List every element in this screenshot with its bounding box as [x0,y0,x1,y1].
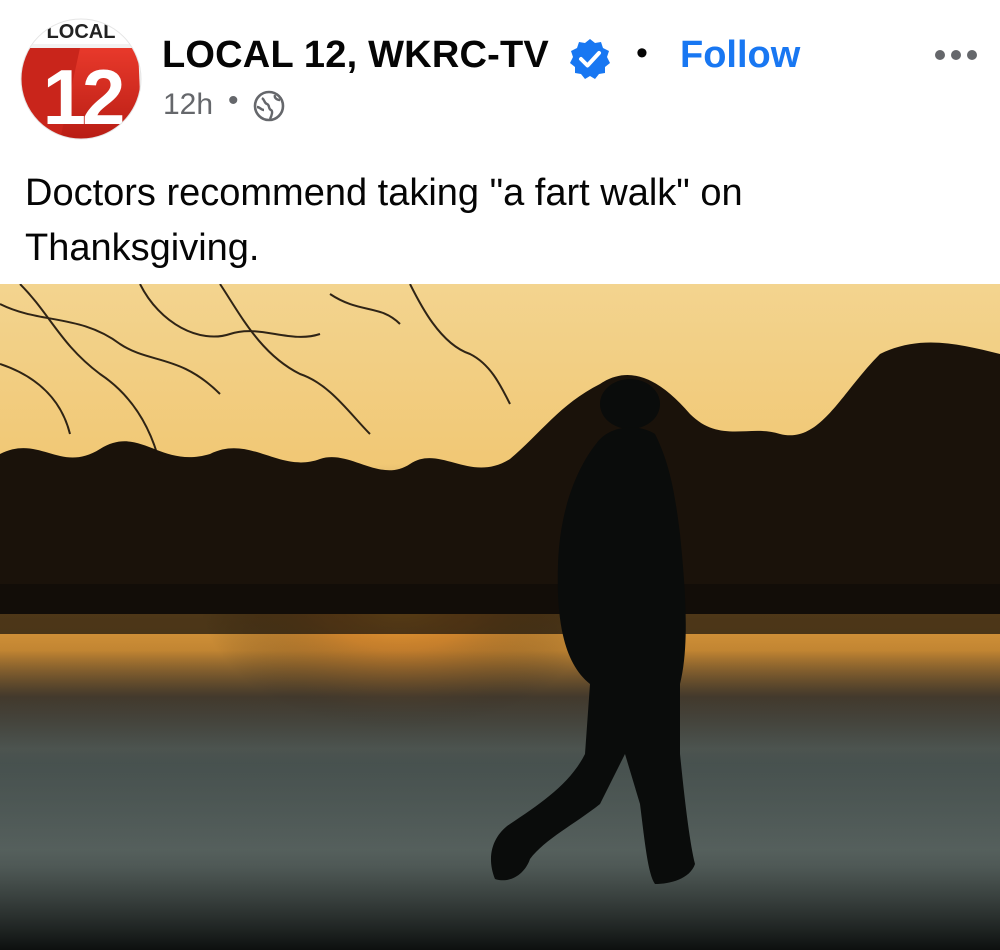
post-caption: Doctors recommend taking "a fart walk" o… [25,172,743,269]
more-options-icon[interactable] [932,40,980,70]
post-timestamp[interactable]: 12h [163,88,213,122]
meta-separator: • [228,84,239,117]
follow-button[interactable]: Follow [680,34,800,77]
verified-badge-icon [570,39,610,79]
header-separator: • [636,34,648,72]
post-photo[interactable] [0,284,1000,950]
globe-icon [253,90,285,122]
svg-text:12: 12 [43,53,123,140]
page-avatar[interactable]: LOCAL 12 [20,18,142,140]
page-name[interactable]: LOCAL 12, WKRC-TV [162,34,549,77]
post-header: LOCAL 12 LOCAL 12, WKRC-TV • Follow 12h … [0,0,1000,150]
